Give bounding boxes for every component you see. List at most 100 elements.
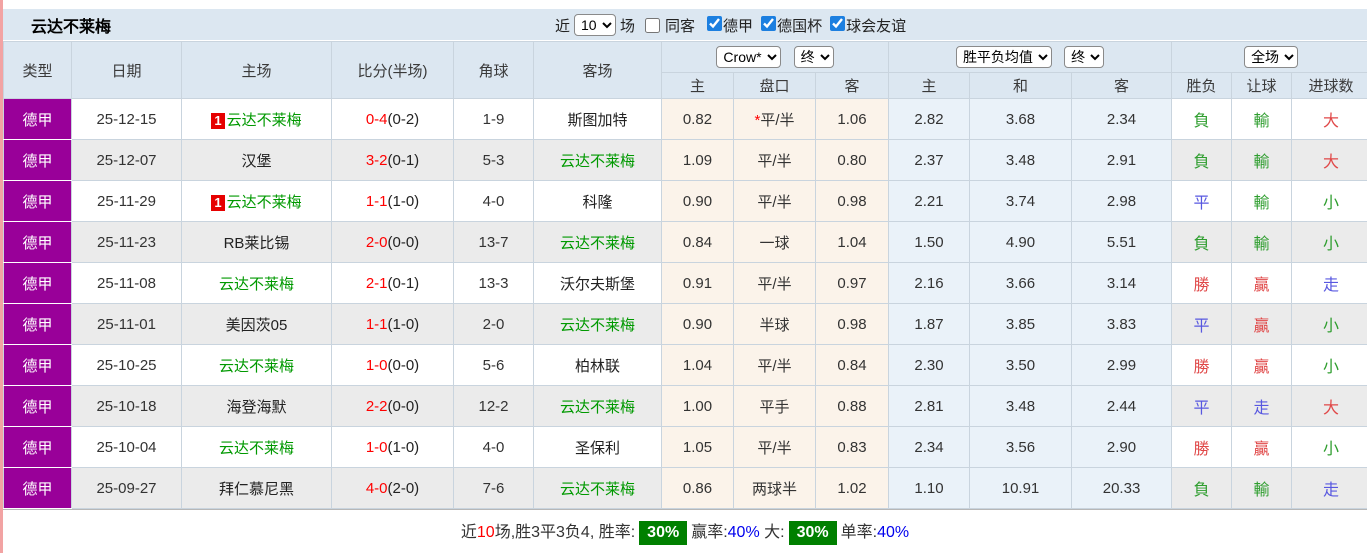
league-badge: 德甲	[3, 303, 72, 345]
fulltime-score: 1-0	[365, 356, 388, 374]
handicap-home-odds: 0.90	[661, 180, 734, 222]
average-home-odds: 1.50	[888, 221, 971, 263]
handicap-result: 輸	[1253, 113, 1270, 130]
wdl-result: 負	[1193, 154, 1210, 171]
footer-summary: 近10场,胜3平3负4, 胜率: 30% 赢率:40% 大: 30% 单率:40%	[461, 518, 909, 545]
average-home-odds: 2.21	[888, 180, 971, 222]
league-checkbox-2[interactable]	[830, 15, 846, 31]
goals-result: 小	[1323, 441, 1340, 458]
handicap-result-cell: 輸	[1231, 467, 1293, 509]
average-state-select[interactable]: 终	[1064, 46, 1105, 68]
average-away-odds: 5.51	[1071, 221, 1173, 263]
home-team-cell: 美因茨05	[181, 303, 332, 345]
average-type-select[interactable]: 胜平负均值	[955, 46, 1052, 68]
score-cell: 1-0(0-0)	[331, 344, 454, 386]
average-draw-odds: 3.85	[969, 303, 1073, 345]
recent-count-select[interactable]: 10	[574, 14, 617, 36]
handicap-home-odds: 0.84	[661, 221, 734, 263]
home-team-cell: 拜仁慕尼黑	[181, 467, 332, 509]
match-date: 25-12-07	[71, 139, 182, 181]
goals-result: 大	[1323, 154, 1340, 171]
handicap-line: 平/半	[757, 275, 792, 293]
away-team-name: 沃尔夫斯堡	[559, 275, 635, 293]
league-badge: 德甲	[3, 426, 72, 468]
handicap-line: 一球	[759, 234, 790, 252]
top-strip	[3, 0, 1367, 9]
away-team-cell: 科隆	[533, 180, 662, 222]
match-date: 25-09-27	[71, 467, 182, 509]
handicap-result-cell: 贏	[1231, 426, 1293, 468]
rank-badge: 1	[211, 112, 225, 129]
match-date: 25-11-23	[71, 221, 182, 263]
footer-segment: 10	[476, 524, 495, 541]
league-checkbox-1[interactable]	[761, 15, 777, 31]
home-team-cell: 1 云达不莱梅	[181, 180, 332, 222]
table-row: 德甲 25-11-01 美因茨05 1-1(1-0) 2-0 云达不莱梅 0.9…	[3, 303, 1367, 345]
away-team-name: 云达不莱梅	[559, 480, 635, 498]
handicap-away-odds: 0.80	[814, 139, 890, 181]
handicap-result-cell: 贏	[1231, 303, 1293, 345]
handicap-result: 輸	[1253, 195, 1270, 212]
average-home-odds: 1.87	[888, 303, 971, 345]
league-checkbox-0[interactable]	[707, 15, 723, 31]
table-row: 德甲 25-12-15 1 云达不莱梅 0-4(0-2) 1-9 斯图加特 0.8…	[3, 98, 1367, 140]
away-team-cell: 云达不莱梅	[533, 385, 662, 427]
halftime-score: (1-0)	[387, 192, 420, 210]
wdl-result-cell: 負	[1171, 467, 1233, 509]
wdl-result: 負	[1193, 482, 1210, 499]
score-cell: 0-4(0-2)	[331, 98, 454, 140]
away-team-name: 柏林联	[574, 357, 620, 375]
subheader-result-wdl: 胜负	[1171, 72, 1233, 99]
wdl-result: 負	[1193, 236, 1210, 253]
league-checkbox-label-2: 球会友谊	[846, 17, 907, 35]
handicap-result: 輸	[1253, 482, 1270, 499]
table-row: 德甲 25-11-08 云达不莱梅 2-1(0-1) 13-3 沃尔夫斯堡 0.…	[3, 262, 1367, 304]
average-away-odds: 2.99	[1071, 344, 1173, 386]
handicap-away-odds: 1.02	[814, 467, 890, 509]
corner-count: 12-2	[453, 385, 534, 427]
col-header-home: 主场	[181, 41, 332, 99]
odds-state-select[interactable]: 终	[793, 46, 834, 68]
corner-count: 7-6	[453, 467, 534, 509]
away-team-name: 云达不莱梅	[559, 398, 635, 416]
filter-controls: 近 10 场 同客 德甲 德国杯 球会友谊	[555, 9, 908, 41]
table-row: 德甲 25-11-23 RB莱比锡 2-0(0-0) 13-7 云达不莱梅 0.…	[3, 221, 1367, 263]
subheader-avg-draw: 和	[969, 72, 1073, 99]
home-team-name: 云达不莱梅	[218, 439, 294, 457]
corner-count: 13-7	[453, 221, 534, 263]
handicap-line: 平手	[759, 398, 790, 416]
handicap-line-cell: 平手	[733, 385, 816, 427]
away-team-name: 科隆	[582, 193, 613, 211]
wdl-result: 負	[1193, 113, 1210, 130]
footer-segment: 场,胜3平3负4, 胜率:	[494, 524, 636, 541]
handicap-result-cell: 走	[1231, 385, 1293, 427]
fulltime-score: 1-1	[365, 315, 388, 333]
col-header-date: 日期	[71, 41, 182, 99]
average-draw-odds: 4.90	[969, 221, 1073, 263]
match-rows: 德甲 25-12-15 1 云达不莱梅 0-4(0-2) 1-9 斯图加特 0.8…	[3, 98, 1367, 509]
match-date: 25-12-15	[71, 98, 182, 140]
scope-select[interactable]: 全场	[1244, 46, 1299, 68]
halftime-score: (1-0)	[387, 315, 420, 333]
table-row: 德甲 25-11-29 1 云达不莱梅 1-1(1-0) 4-0 科隆 0.90 …	[3, 180, 1367, 222]
corner-count: 1-9	[453, 98, 534, 140]
home-team-name: 汉堡	[241, 152, 272, 170]
handicap-result: 輸	[1253, 154, 1270, 171]
same-away-checkbox[interactable]	[645, 17, 661, 33]
average-home-odds: 2.82	[888, 98, 971, 140]
average-away-odds: 20.33	[1071, 467, 1173, 509]
handicap-result: 贏	[1253, 277, 1270, 294]
league-badge: 德甲	[3, 180, 72, 222]
footer-segment: 30%	[639, 521, 688, 545]
handicap-home-odds: 0.91	[661, 262, 734, 304]
subheader-ah-away: 客	[814, 72, 890, 99]
result-group-header: 全场	[1171, 41, 1367, 73]
footer-segment: 近	[460, 524, 477, 541]
average-home-odds: 1.10	[888, 467, 971, 509]
score-cell: 2-1(0-1)	[331, 262, 454, 304]
goals-result: 小	[1323, 195, 1340, 212]
score-cell: 2-2(0-0)	[331, 385, 454, 427]
home-team-cell: RB莱比锡	[181, 221, 332, 263]
odds-company-select[interactable]: Crow*	[716, 46, 782, 68]
table-row: 德甲 25-12-07 汉堡 3-2(0-1) 5-3 云达不莱梅 1.09 平…	[3, 139, 1367, 181]
